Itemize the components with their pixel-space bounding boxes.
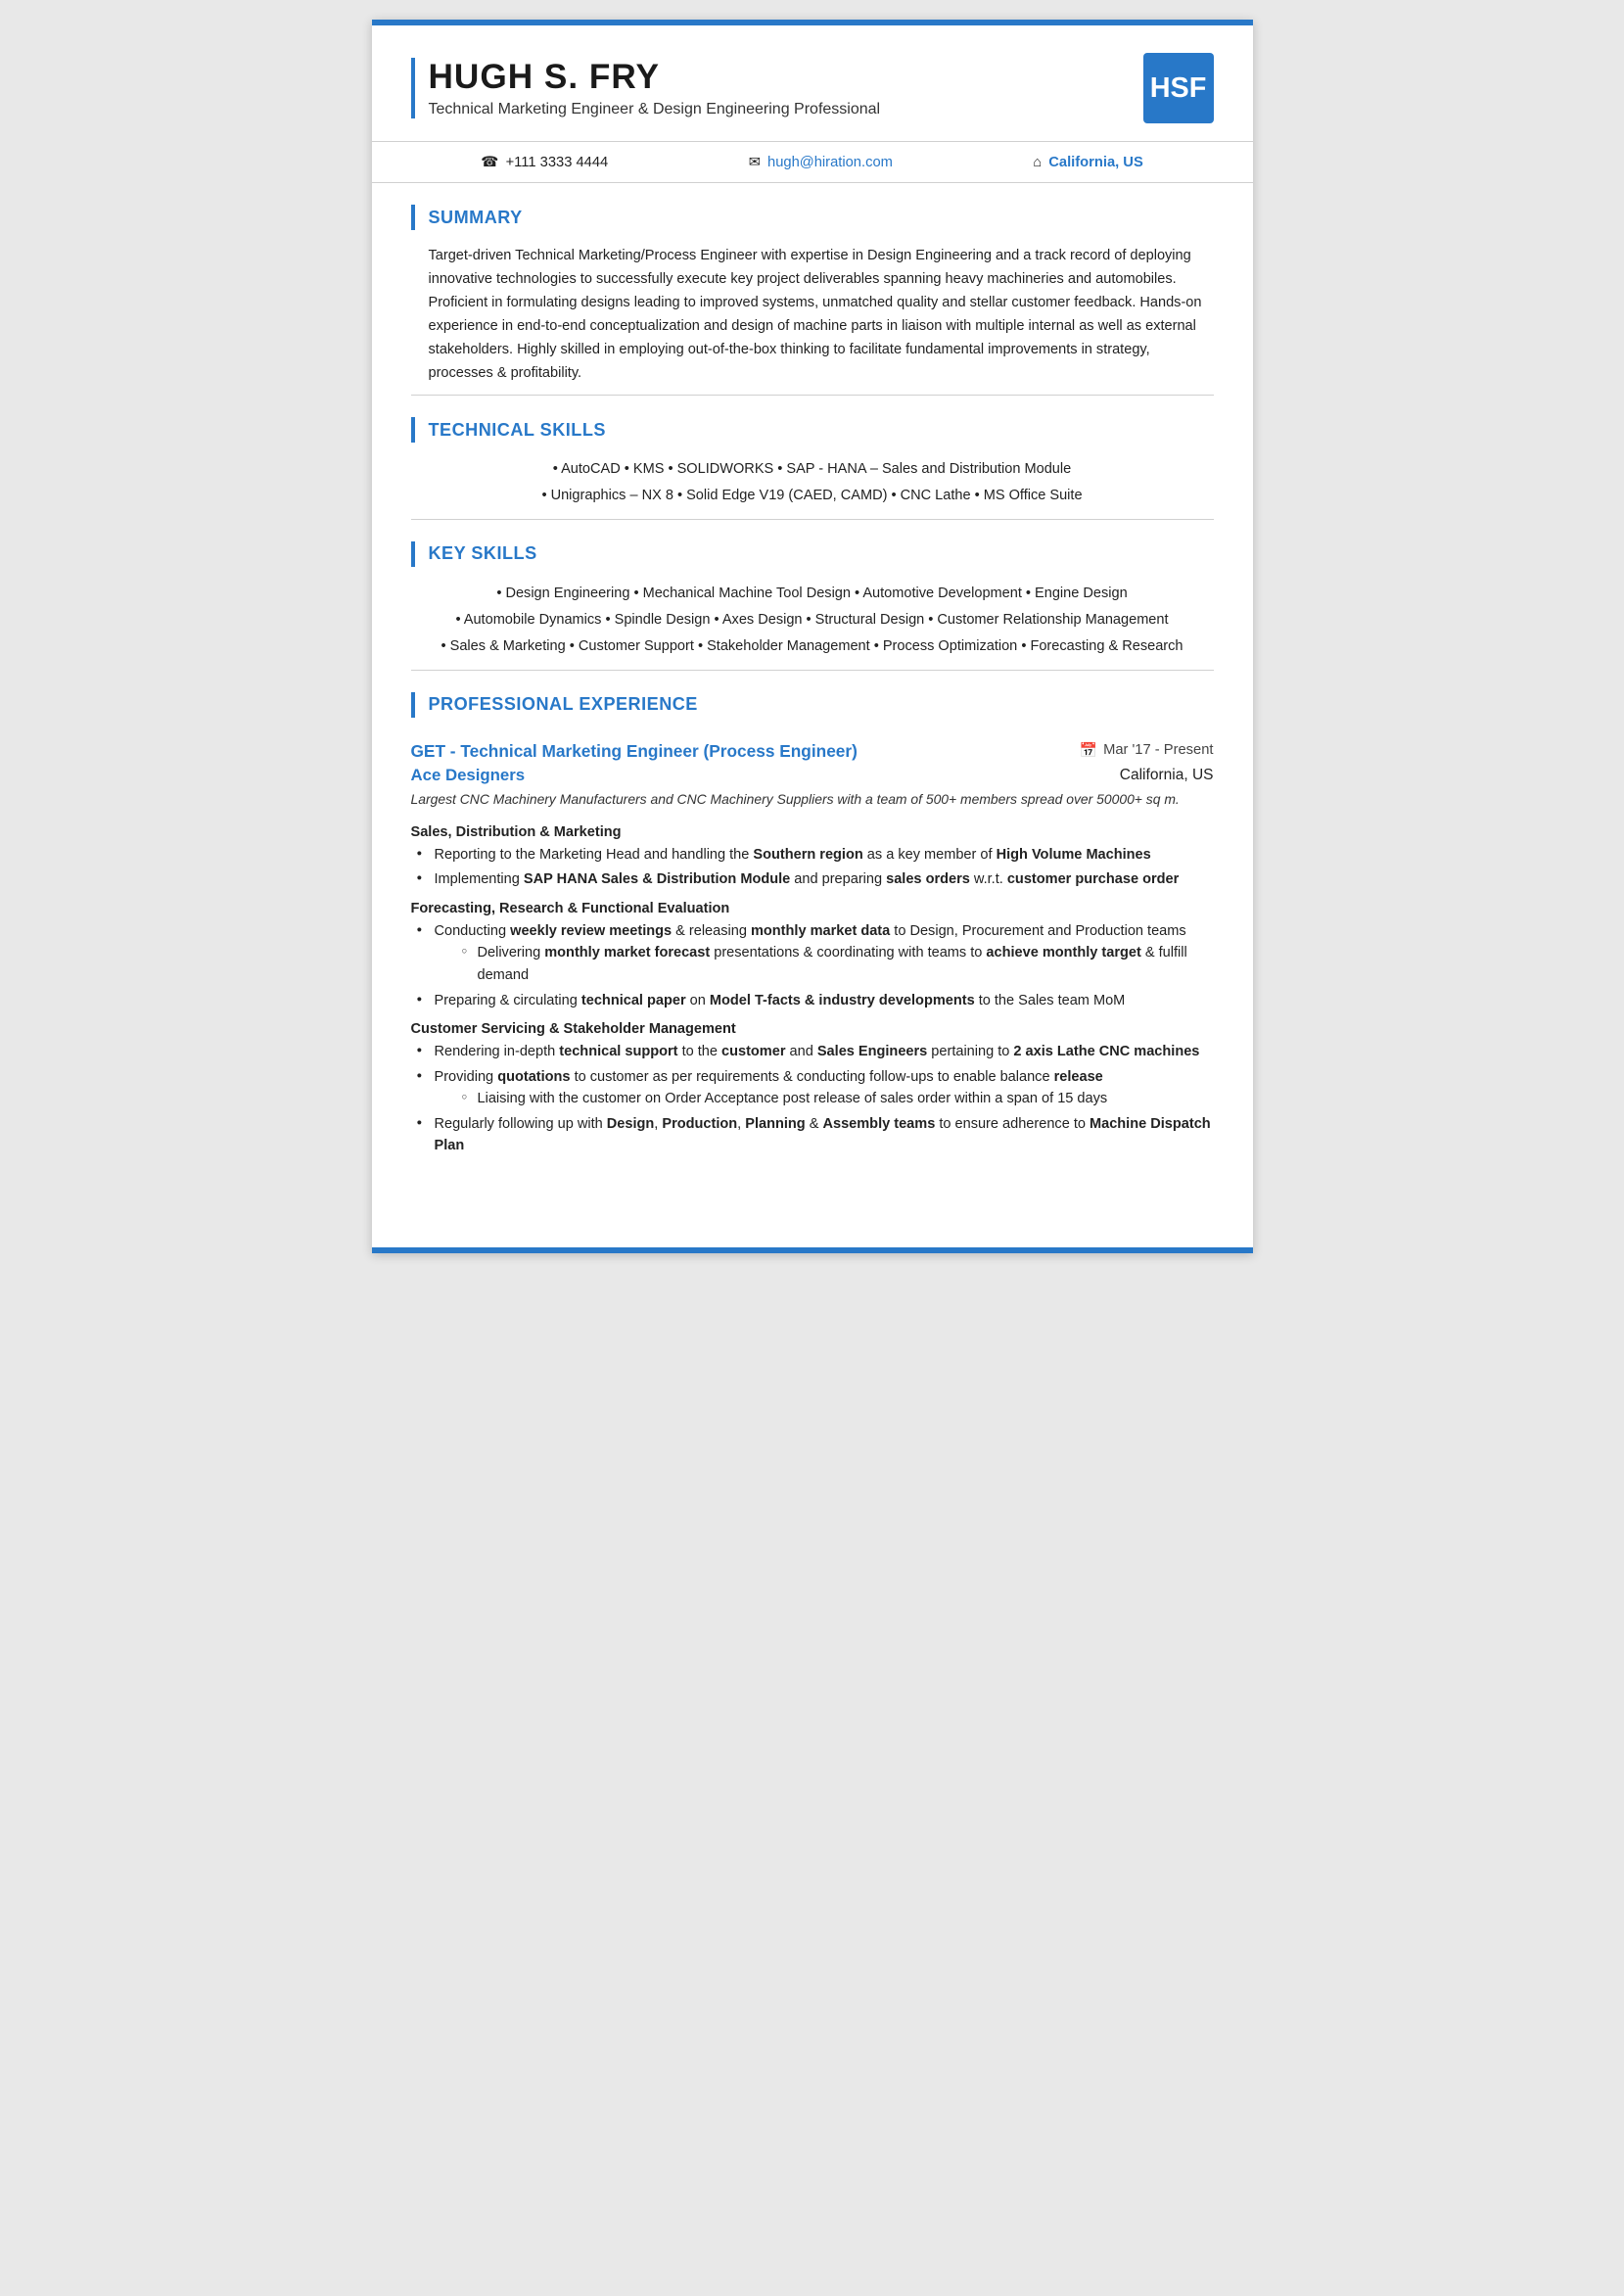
candidate-name: HUGH S. FRY <box>429 58 881 97</box>
key-skills-section: KEY SKILLS • Design Engineering • Mechan… <box>372 520 1253 670</box>
key-skills-line3: • Sales & Marketing • Customer Support •… <box>421 633 1204 660</box>
bottom-accent-bar <box>372 1247 1253 1253</box>
avatar: HSF <box>1143 53 1214 123</box>
section-accent-bar <box>411 205 415 230</box>
bullet-list-sales: Reporting to the Marketing Head and hand… <box>411 844 1214 891</box>
contact-location: ⌂ California, US <box>1033 155 1142 170</box>
list-item: Liaising with the customer on Order Acce… <box>462 1088 1214 1110</box>
contact-phone: ☎ +111 3333 4444 <box>481 154 608 170</box>
phone-icon: ☎ <box>481 154 498 170</box>
phone-number: +111 3333 4444 <box>506 155 609 170</box>
email-link[interactable]: hugh@hiration.com <box>767 155 893 170</box>
key-skills-title: KEY SKILLS <box>429 543 537 564</box>
list-item: Conducting weekly review meetings & rele… <box>415 920 1214 987</box>
exp-role: GET - Technical Marketing Engineer (Proc… <box>411 741 858 762</box>
subhead-forecasting: Forecasting, Research & Functional Evalu… <box>411 901 1214 916</box>
technical-skills-title: TECHNICAL SKILLS <box>429 420 606 441</box>
contact-email: ✉ hugh@hiration.com <box>749 154 893 170</box>
technical-skills-line1: • AutoCAD • KMS • SOLIDWORKS • SAP - HAN… <box>421 456 1204 483</box>
resume-container: HUGH S. FRY Technical Marketing Engineer… <box>372 20 1253 1253</box>
experience-section: PROFESSIONAL EXPERIENCE <box>372 671 1253 718</box>
technical-skills-section: TECHNICAL SKILLS • AutoCAD • KMS • SOLID… <box>372 396 1253 519</box>
email-icon: ✉ <box>749 154 761 170</box>
calendar-icon: 📅 <box>1080 741 1097 759</box>
summary-text: Target-driven Technical Marketing/Proces… <box>411 244 1214 385</box>
key-skills-line1: • Design Engineering • Mechanical Machin… <box>421 581 1204 607</box>
key-skills-line2: • Automobile Dynamics • Spindle Design •… <box>421 607 1204 633</box>
summary-title-row: SUMMARY <box>411 205 1214 230</box>
location-icon: ⌂ <box>1033 155 1042 170</box>
experience-title: PROFESSIONAL EXPERIENCE <box>429 694 698 715</box>
section-accent-bar-2 <box>411 417 415 443</box>
list-item: Providing quotations to customer as per … <box>415 1066 1214 1110</box>
contact-bar: ☎ +111 3333 4444 ✉ hugh@hiration.com ⌂ C… <box>372 142 1253 183</box>
exp-company-row: Ace Designers California, US <box>372 762 1253 787</box>
sub-bullet-list: Delivering monthly market forecast prese… <box>435 942 1214 986</box>
section-accent-bar-3 <box>411 541 415 567</box>
subhead-customer: Customer Servicing & Stakeholder Managem… <box>411 1021 1214 1037</box>
experience-title-row: PROFESSIONAL EXPERIENCE <box>411 692 1214 718</box>
exp-date: 📅 Mar '17 - Present <box>1080 741 1214 759</box>
sub-bullet-list: Liaising with the customer on Order Acce… <box>435 1088 1214 1110</box>
header-left: HUGH S. FRY Technical Marketing Engineer… <box>411 58 881 118</box>
list-item: Regularly following up with Design, Prod… <box>415 1113 1214 1157</box>
exp-header-row: GET - Technical Marketing Engineer (Proc… <box>372 731 1253 762</box>
technical-skills-line2: • Unigraphics – NX 8 • Solid Edge V19 (C… <box>421 483 1204 509</box>
bullet-list-forecasting: Conducting weekly review meetings & rele… <box>411 920 1214 1011</box>
summary-title: SUMMARY <box>429 208 523 228</box>
location-text: California, US <box>1048 155 1143 170</box>
bullet-list-customer: Rendering in-depth technical support to … <box>411 1041 1214 1157</box>
technical-skills-title-row: TECHNICAL SKILLS <box>411 417 1214 443</box>
technical-skills-list: • AutoCAD • KMS • SOLIDWORKS • SAP - HAN… <box>411 456 1214 509</box>
candidate-title: Technical Marketing Engineer & Design En… <box>429 101 881 118</box>
key-skills-list: • Design Engineering • Mechanical Machin… <box>411 581 1214 660</box>
subhead-sales: Sales, Distribution & Marketing <box>411 824 1214 840</box>
key-skills-title-row: KEY SKILLS <box>411 541 1214 567</box>
exp-body: Sales, Distribution & Marketing Reportin… <box>372 824 1253 1174</box>
list-item: Delivering monthly market forecast prese… <box>462 942 1214 986</box>
list-item: Rendering in-depth technical support to … <box>415 1041 1214 1063</box>
exp-date-text: Mar '17 - Present <box>1103 742 1213 758</box>
header-section: HUGH S. FRY Technical Marketing Engineer… <box>372 25 1253 142</box>
list-item: Preparing & circulating technical paper … <box>415 990 1214 1012</box>
list-item: Reporting to the Marketing Head and hand… <box>415 844 1214 867</box>
summary-section: SUMMARY Target-driven Technical Marketin… <box>372 183 1253 395</box>
exp-company: Ace Designers <box>411 766 526 785</box>
section-accent-bar-4 <box>411 692 415 718</box>
exp-tagline: Largest CNC Machinery Manufacturers and … <box>372 787 1253 815</box>
list-item: Implementing SAP HANA Sales & Distributi… <box>415 868 1214 891</box>
exp-location: California, US <box>1120 767 1214 784</box>
